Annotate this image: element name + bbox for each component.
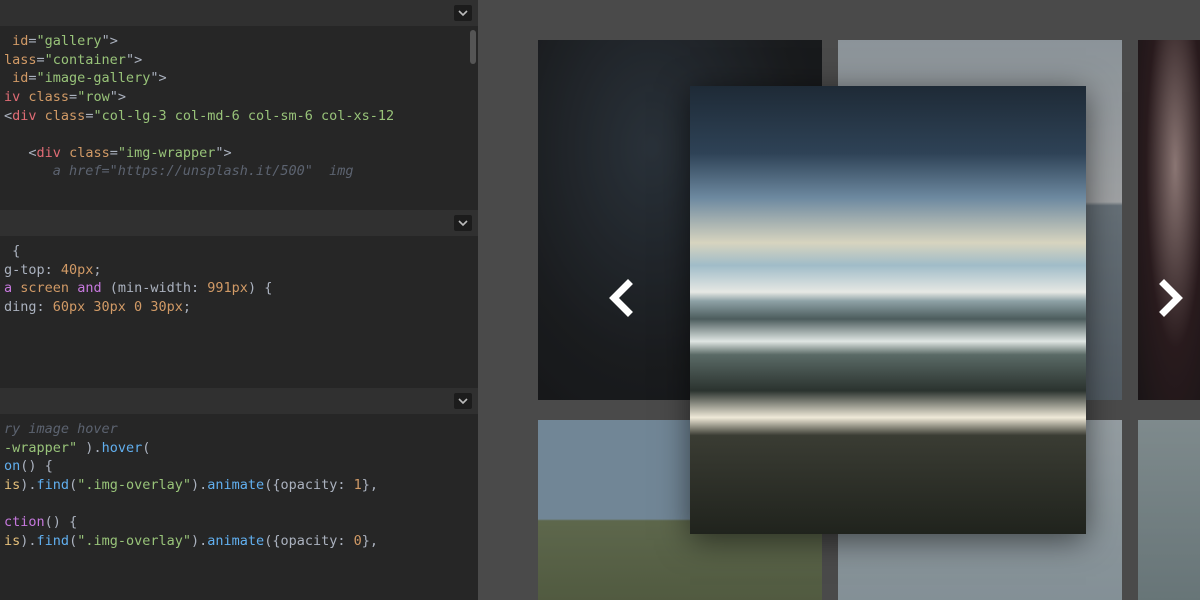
editor-column: id="gallery">lass="container"> id="image… [0,0,478,600]
chevron-down-icon [458,218,468,228]
collapse-html-button[interactable] [454,5,472,21]
html-code[interactable]: id="gallery">lass="container"> id="image… [0,26,478,187]
css-code[interactable]: {g-top: 40px;a screen and (min-width: 99… [0,236,478,360]
chevron-down-icon [458,396,468,406]
lightbox-prev-button[interactable] [600,276,644,324]
lightbox-next-button[interactable] [1148,276,1192,324]
scrollbar-html[interactable] [470,30,476,64]
js-code[interactable]: ry image hover-wrapper" ).hover(on() {is… [0,414,478,556]
collapse-js-button[interactable] [454,393,472,409]
preview-pane [478,0,1200,600]
chevron-down-icon [458,8,468,18]
collapse-css-button[interactable] [454,215,472,231]
js-panel: ry image hover-wrapper" ).hover(on() {is… [0,388,478,600]
html-panel: id="gallery">lass="container"> id="image… [0,0,478,210]
panel-header-css [0,210,478,236]
lightbox-image [690,86,1086,534]
chevron-left-icon [600,276,644,320]
chevron-right-icon [1148,276,1192,320]
css-panel: {g-top: 40px;a screen and (min-width: 99… [0,210,478,388]
panel-header-js [0,388,478,414]
panel-header-html [0,0,478,26]
